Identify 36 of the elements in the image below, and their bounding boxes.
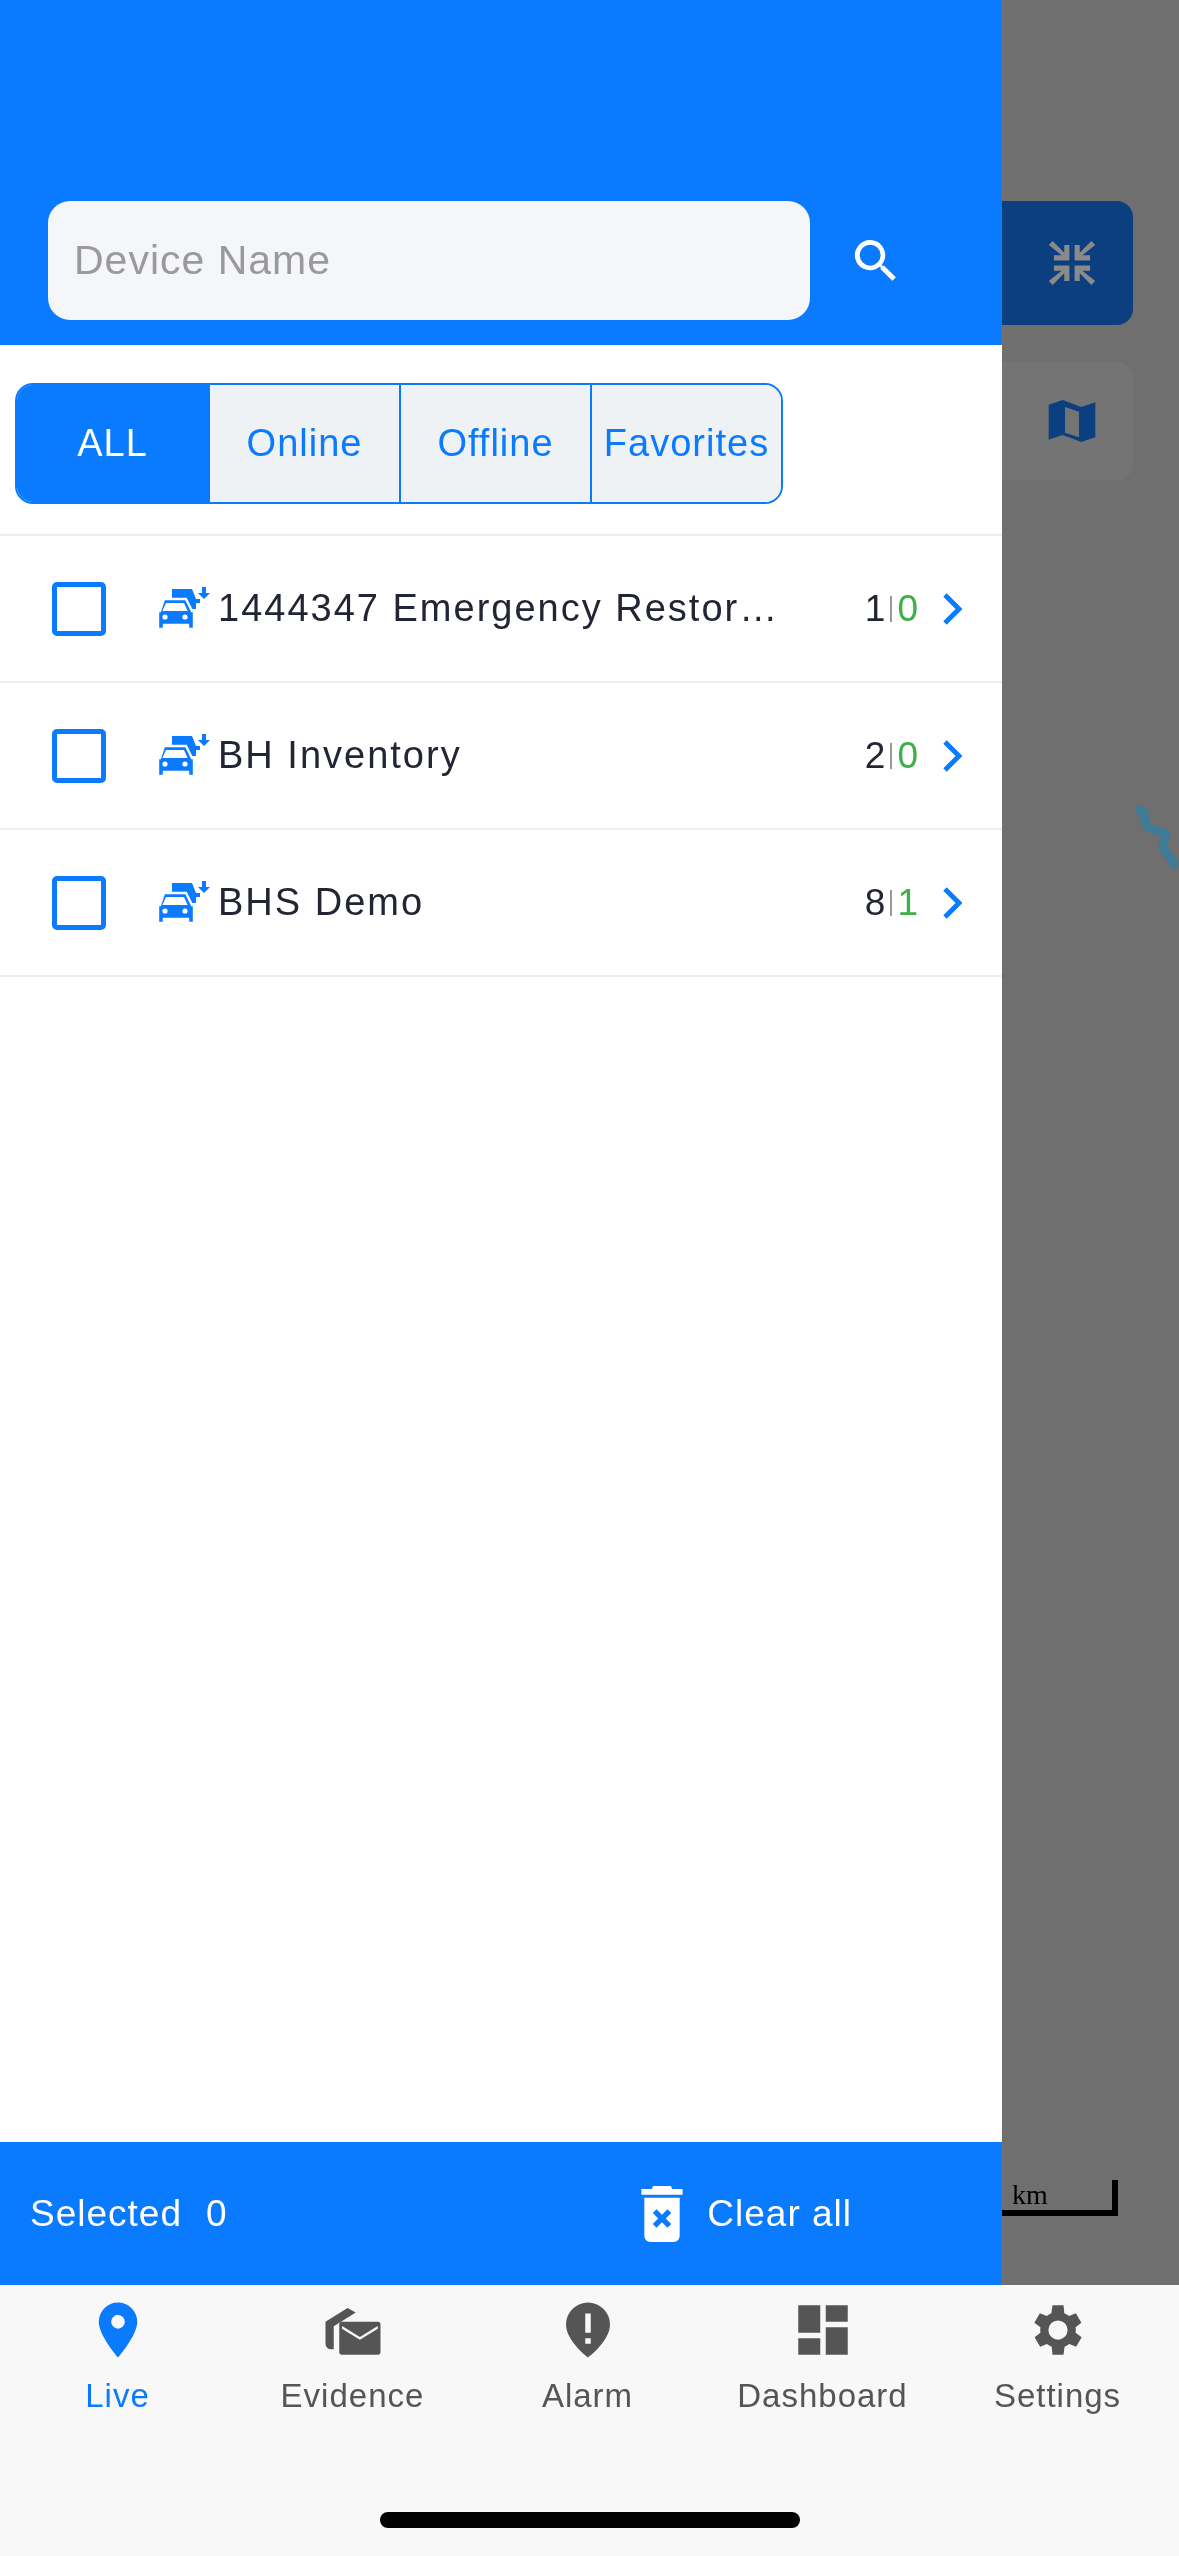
group-row[interactable]: 1444347 Emergency Restor… 1 0 bbox=[0, 536, 1002, 683]
filter-tab[interactable]: Favorites bbox=[590, 385, 781, 502]
river-line bbox=[1135, 805, 1179, 869]
checkbox[interactable] bbox=[52, 581, 106, 636]
group-name: BHS Demo bbox=[218, 880, 425, 925]
nav-tab[interactable]: Live bbox=[0, 2285, 235, 2421]
scale-bar: km bbox=[1002, 2180, 1118, 2216]
map-button[interactable] bbox=[1002, 362, 1133, 480]
search-field[interactable]: Device Name bbox=[48, 201, 810, 320]
group-name: 1444347 Emergency Restor… bbox=[218, 586, 780, 631]
total-count: 2 bbox=[864, 733, 886, 778]
nav-tab[interactable]: Settings bbox=[940, 2285, 1175, 2421]
trash-icon bbox=[641, 2185, 684, 2242]
collapse-button[interactable] bbox=[1002, 201, 1133, 325]
chevron-right-icon bbox=[942, 885, 962, 920]
group-row[interactable]: BH Inventory 2 0 bbox=[0, 683, 1002, 830]
online-count: 1 bbox=[897, 880, 918, 925]
checkbox[interactable] bbox=[52, 875, 106, 930]
total-count: 8 bbox=[864, 880, 886, 925]
checkbox[interactable] bbox=[52, 728, 106, 783]
total-count: 1 bbox=[864, 586, 886, 631]
filter-tab[interactable]: Online bbox=[208, 385, 399, 502]
group-row[interactable]: BHS Demo 8 1 bbox=[0, 830, 1002, 977]
nav-tab[interactable]: Alarm bbox=[470, 2285, 705, 2421]
online-count: 0 bbox=[897, 586, 918, 631]
clear-all-button[interactable]: Clear all bbox=[641, 2185, 852, 2242]
filter-tab[interactable]: ALL bbox=[17, 385, 208, 502]
selected-count: 0 bbox=[206, 2191, 228, 2236]
group-name: BH Inventory bbox=[218, 733, 462, 778]
selected-label: Selected bbox=[30, 2191, 182, 2236]
nav-tab[interactable]: Dashboard bbox=[705, 2285, 940, 2421]
nav-tab[interactable]: Evidence bbox=[235, 2285, 470, 2421]
chevron-right-icon bbox=[942, 738, 962, 773]
chevron-right-icon bbox=[942, 591, 962, 626]
online-count: 0 bbox=[897, 733, 918, 778]
filter-tab[interactable]: Offline bbox=[399, 385, 590, 502]
